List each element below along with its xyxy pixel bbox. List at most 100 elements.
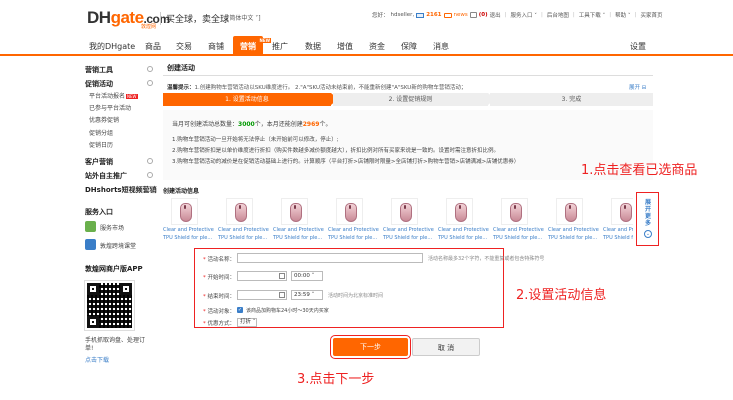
message-icon[interactable] bbox=[443, 12, 452, 18]
nav-value-added[interactable]: 增值 bbox=[337, 41, 353, 52]
nav-messages[interactable]: 消息 bbox=[433, 41, 449, 52]
next-step-button[interactable]: 下一步 bbox=[330, 335, 411, 359]
start-time-label: * 开始时间： bbox=[203, 273, 235, 281]
classroom-icon[interactable] bbox=[85, 239, 96, 250]
sidebar-item-promo-calendar[interactable]: 促销日历 bbox=[89, 140, 113, 149]
classroom-link[interactable]: 敦煌跨境课堂 bbox=[100, 241, 136, 250]
end-time-hint: 活动时间为北京标准时间 bbox=[328, 293, 384, 299]
language-select[interactable]: [简体中文 ˅] bbox=[227, 13, 261, 22]
expand-tips-link[interactable]: 展开 ⊟ bbox=[629, 83, 646, 91]
nav-trade[interactable]: 交易 bbox=[176, 41, 192, 52]
nav-my-dhgate[interactable]: 我的DHgate bbox=[89, 41, 135, 52]
product-card[interactable]: Clear and Protective TPU Shield for ple..… bbox=[493, 198, 545, 241]
target-checkbox[interactable]: ✓ bbox=[237, 307, 243, 313]
expand-icon[interactable] bbox=[147, 186, 153, 192]
chevron-down-icon: ⌄ bbox=[644, 230, 652, 238]
product-caption: Clear and Protective bbox=[218, 227, 269, 233]
product-image bbox=[336, 198, 363, 225]
sidebar-group-dhshorts[interactable]: DHshorts短视频营销 bbox=[85, 185, 157, 195]
qr-finder bbox=[120, 283, 132, 295]
target-label: * 活动对象： bbox=[203, 307, 235, 315]
sidebar-group-offsite-promotion[interactable]: 站外自主推广 bbox=[85, 171, 127, 181]
nav-promotion[interactable]: 推广 bbox=[272, 41, 288, 52]
service-menu[interactable]: 服务入口 ˅ bbox=[510, 11, 537, 19]
label-text: 活动名称： bbox=[207, 257, 236, 263]
tip-body: 1.创建购物车营销活动以SKU维度进行。 2."A"SKU活动未结束前，不能重新… bbox=[194, 85, 467, 91]
sidebar-item-promo-groups[interactable]: 促销分组 bbox=[89, 128, 113, 137]
annotation-view-selected: 1.点击查看已选商品 bbox=[581, 163, 698, 178]
product-card[interactable]: Clear and Protective TPU Shield for ple..… bbox=[328, 198, 380, 241]
buyer-home-link[interactable]: 买家首页 bbox=[640, 11, 662, 19]
main-nav: 我的DHgate 商品 交易 商铺 营销 NEW 推广 数据 增值 资金 保障 消… bbox=[0, 36, 733, 56]
collapse-icon[interactable] bbox=[147, 66, 153, 72]
sidebar-item-coupons[interactable]: 优惠券促销 bbox=[89, 115, 119, 124]
required-mark: * bbox=[203, 294, 206, 300]
product-image bbox=[556, 198, 583, 225]
required-mark: * bbox=[203, 257, 206, 263]
mail-count[interactable]: 2161 bbox=[426, 12, 441, 18]
product-card[interactable]: Clear and Protective TPU Shield for ple..… bbox=[273, 198, 325, 241]
notice-icon[interactable] bbox=[469, 12, 477, 18]
expand-icon[interactable] bbox=[147, 158, 153, 164]
nav-protection[interactable]: 保障 bbox=[401, 41, 417, 52]
start-time-select[interactable]: 00:00 ˅ bbox=[291, 271, 323, 281]
product-card[interactable]: Clear and Protective TPU Shield for ple..… bbox=[163, 198, 215, 241]
sidebar-group-promotions[interactable]: 促销活动 bbox=[85, 79, 113, 89]
backend-map-link[interactable]: 后台地图 bbox=[547, 11, 569, 19]
tool-download-menu[interactable]: 工具下载 ˅ bbox=[579, 11, 606, 19]
product-card[interactable]: Clear and Protective TPU Shield for ple..… bbox=[218, 198, 270, 241]
activity-name-input[interactable] bbox=[237, 253, 423, 263]
app-download-link[interactable]: 点击下载 bbox=[85, 355, 109, 364]
nav-data[interactable]: 数据 bbox=[305, 41, 321, 52]
service-market-link[interactable]: 服务市场 bbox=[100, 223, 124, 232]
mail-icon[interactable] bbox=[416, 12, 425, 18]
divider: | bbox=[540, 12, 543, 18]
product-image bbox=[391, 198, 418, 225]
top-user-bar: 您好： hdseller, 2161 news (0) 退出 | 服务入口 ˅ … bbox=[372, 11, 662, 19]
discount-type-select[interactable]: 打折 ˅ bbox=[237, 318, 257, 327]
product-card[interactable]: Clear and Protective TPU Shield for ple..… bbox=[603, 198, 633, 241]
nav-products[interactable]: 商品 bbox=[145, 41, 161, 52]
service-market-icon[interactable] bbox=[85, 221, 96, 232]
product-caption: TPU Shield for ple... bbox=[218, 235, 268, 241]
nav-store[interactable]: 商铺 bbox=[208, 41, 224, 52]
expand-icon[interactable] bbox=[147, 172, 153, 178]
expand-more-products-button[interactable]: 展开更多 ⌄ bbox=[636, 192, 659, 246]
calendar-icon[interactable] bbox=[279, 273, 285, 279]
divider: | bbox=[634, 12, 637, 18]
divider: | bbox=[609, 12, 612, 18]
nav-marketing-label: 营销 bbox=[240, 42, 256, 51]
nav-settings[interactable]: 设置 bbox=[630, 41, 646, 52]
label-text: 活动对象： bbox=[207, 309, 236, 315]
product-caption: Clear and Protective bbox=[603, 227, 633, 233]
rule-3: 3.购物车营销活动的减价是在促销活动基础上进行的。计算顺序（平台打折>店铺限时限… bbox=[172, 159, 520, 165]
product-caption: TPU Shield for ple... bbox=[438, 235, 488, 241]
service-entry-title: 服务入口 bbox=[85, 208, 113, 216]
sidebar-item-joined-activities[interactable]: 已参与平台活动 bbox=[89, 103, 131, 112]
product-caption: TPU Shield for ple... bbox=[383, 235, 433, 241]
dhgate-logo[interactable]: DHgate.com bbox=[87, 8, 170, 28]
calendar-icon[interactable] bbox=[279, 292, 285, 298]
logout-link[interactable]: 退出 bbox=[490, 11, 501, 19]
slogan: 买全球，卖全球 bbox=[160, 12, 229, 25]
cancel-button[interactable]: 取 消 bbox=[412, 338, 480, 356]
help-menu[interactable]: 帮助 ˅ bbox=[615, 11, 631, 19]
product-card[interactable]: Clear and Protective TPU Shield for ple..… bbox=[383, 198, 435, 241]
step-2: 2. 设置促销规则 bbox=[333, 93, 495, 106]
nav-marketing[interactable]: 营销 NEW bbox=[233, 36, 271, 54]
news-link[interactable]: news bbox=[454, 12, 468, 18]
selected-products-title: 创建活动信息 bbox=[163, 188, 200, 195]
product-image bbox=[226, 198, 253, 225]
end-time-select[interactable]: 23:59 ˅ bbox=[291, 290, 323, 300]
message-count-value: 0 bbox=[481, 12, 486, 18]
sidebar-group-marketing-tools[interactable]: 营销工具 bbox=[85, 65, 113, 75]
sidebar-item-platform-signup[interactable]: 平台活动报名 NEW bbox=[89, 91, 138, 100]
rule-1: 1.购物车营销活动一旦开始将无法停止（未开始前可以修改，停止）; bbox=[172, 137, 339, 143]
product-card[interactable]: Clear and Protective TPU Shield for ple..… bbox=[438, 198, 490, 241]
collapse-icon[interactable] bbox=[147, 80, 153, 86]
product-caption: Clear and Protective bbox=[273, 227, 324, 233]
nav-funds[interactable]: 资金 bbox=[369, 41, 385, 52]
product-card[interactable]: Clear and Protective TPU Shield for ple..… bbox=[548, 198, 600, 241]
sidebar-group-customer-marketing[interactable]: 客户营销 bbox=[85, 157, 113, 167]
username[interactable]: hdseller, bbox=[391, 12, 415, 18]
